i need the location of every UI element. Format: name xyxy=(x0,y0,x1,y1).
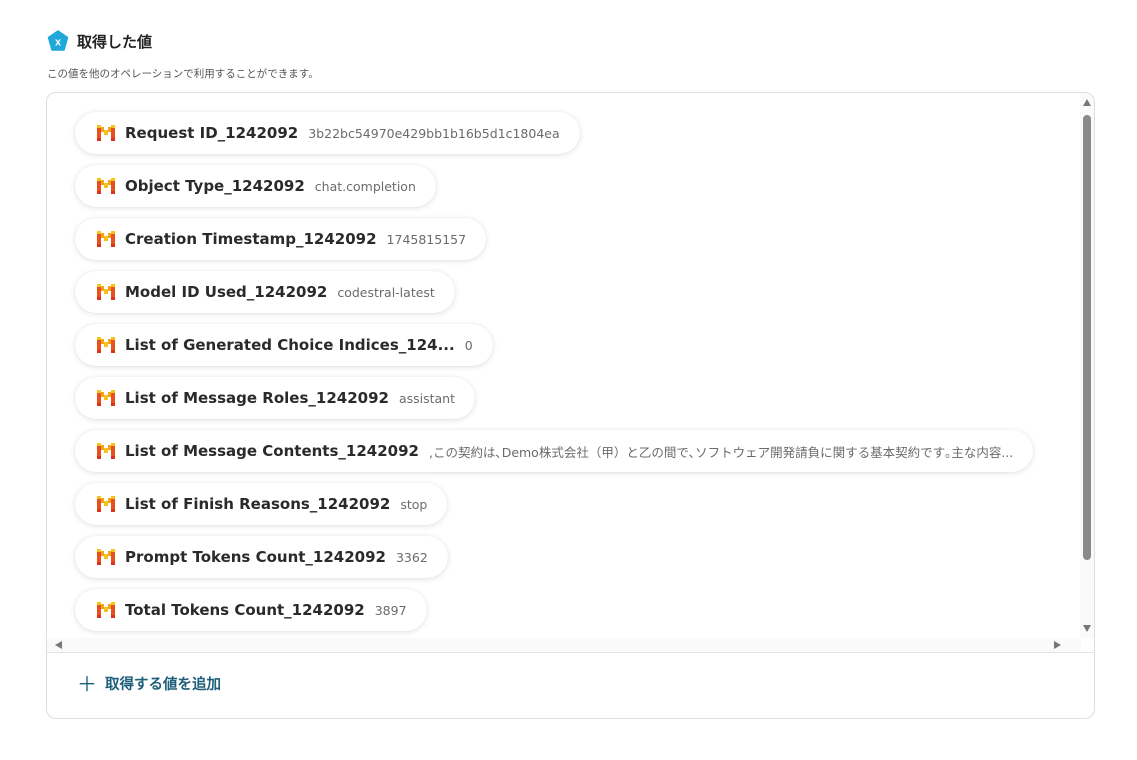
add-value-button[interactable]: ＋ 取得する値を追加 xyxy=(77,673,221,694)
value-item-label: List of Message Roles_1242092 xyxy=(125,389,389,407)
value-item-label: Request ID_1242092 xyxy=(125,124,299,142)
value-item[interactable]: List of Finish Reasons_1242092 stop xyxy=(75,483,448,525)
mistral-logo-icon xyxy=(97,178,115,194)
mistral-logo-icon xyxy=(97,496,115,512)
section-title: 取得した値 xyxy=(77,32,153,51)
value-item-value: chat.completion xyxy=(314,178,416,194)
value-item-label: List of Message Contents_1242092 xyxy=(125,442,419,460)
scroll-down-icon[interactable] xyxy=(1083,625,1091,632)
mistral-logo-icon xyxy=(97,390,115,406)
value-item-value: 3362 xyxy=(395,549,428,565)
horizontal-scrollbar[interactable] xyxy=(47,638,1081,652)
value-item-value: assistant xyxy=(398,390,456,406)
value-item[interactable]: Total Tokens Count_1242092 3897 xyxy=(75,589,427,631)
mistral-logo-icon xyxy=(97,284,115,300)
x-badge-icon: x xyxy=(47,30,69,52)
value-item-value: ,この契約は､Demo株式会社（甲）と乙の間で､ソフトウェア開発請負に関する基本… xyxy=(428,444,1014,460)
svg-text:x: x xyxy=(55,37,62,49)
value-item-label: Creation Timestamp_1242092 xyxy=(125,230,377,248)
value-item-value: 0 xyxy=(464,337,473,353)
scroll-right-icon[interactable] xyxy=(1054,641,1061,649)
value-item-value: 3897 xyxy=(374,602,407,618)
mistral-logo-icon xyxy=(97,337,115,353)
mistral-logo-icon xyxy=(97,602,115,618)
add-value-label: 取得する値を追加 xyxy=(105,677,221,693)
value-item-label: List of Generated Choice Indices_124... xyxy=(125,336,455,354)
scroll-left-icon[interactable] xyxy=(55,641,62,649)
values-list[interactable]: Request ID_1242092 3b22bc54970e429bb1b16b… xyxy=(47,93,1081,638)
value-item[interactable]: Model ID Used_1242092 codestral-latest xyxy=(75,271,455,313)
value-item-value: 3b22bc54970e429bb1b16b5d1c1804ea xyxy=(308,125,560,141)
value-item[interactable]: Object Type_1242092 chat.completion xyxy=(75,165,436,207)
mistral-logo-icon xyxy=(97,549,115,565)
value-item[interactable]: Prompt Tokens Count_1242092 3362 xyxy=(75,536,448,578)
value-item-value: 1745815157 xyxy=(386,231,467,247)
section-subtitle: この値を他のオペレーションで利用することができます。 xyxy=(47,68,319,80)
value-item-label: Total Tokens Count_1242092 xyxy=(125,601,365,619)
mistral-logo-icon xyxy=(97,443,115,459)
value-item[interactable]: List of Message Contents_1242092 ,この契約は､D… xyxy=(75,430,1034,472)
mistral-logo-icon xyxy=(97,231,115,247)
mistral-logo-icon xyxy=(97,125,115,141)
vertical-scrollbar[interactable] xyxy=(1080,93,1094,638)
section-header: x 取得した値 xyxy=(47,30,152,52)
scrollbar-thumb[interactable] xyxy=(1083,115,1091,560)
value-item-label: Model ID Used_1242092 xyxy=(125,283,328,301)
value-item[interactable]: List of Generated Choice Indices_124... 0 xyxy=(75,324,493,366)
plus-icon: ＋ xyxy=(77,671,97,696)
value-item[interactable]: Request ID_1242092 3b22bc54970e429bb1b16b… xyxy=(75,112,580,154)
value-item[interactable]: List of Message Roles_1242092 assistant xyxy=(75,377,476,419)
value-item-value: stop xyxy=(400,496,428,512)
value-item[interactable]: Creation Timestamp_1242092 1745815157 xyxy=(75,218,487,260)
scroll-up-icon[interactable] xyxy=(1083,99,1091,106)
value-item-label: Prompt Tokens Count_1242092 xyxy=(125,548,386,566)
value-item-label: List of Finish Reasons_1242092 xyxy=(125,495,391,513)
values-panel: Request ID_1242092 3b22bc54970e429bb1b16b… xyxy=(46,92,1095,719)
value-item-label: Object Type_1242092 xyxy=(125,177,305,195)
divider xyxy=(47,652,1094,653)
value-item-value: codestral-latest xyxy=(337,284,435,300)
